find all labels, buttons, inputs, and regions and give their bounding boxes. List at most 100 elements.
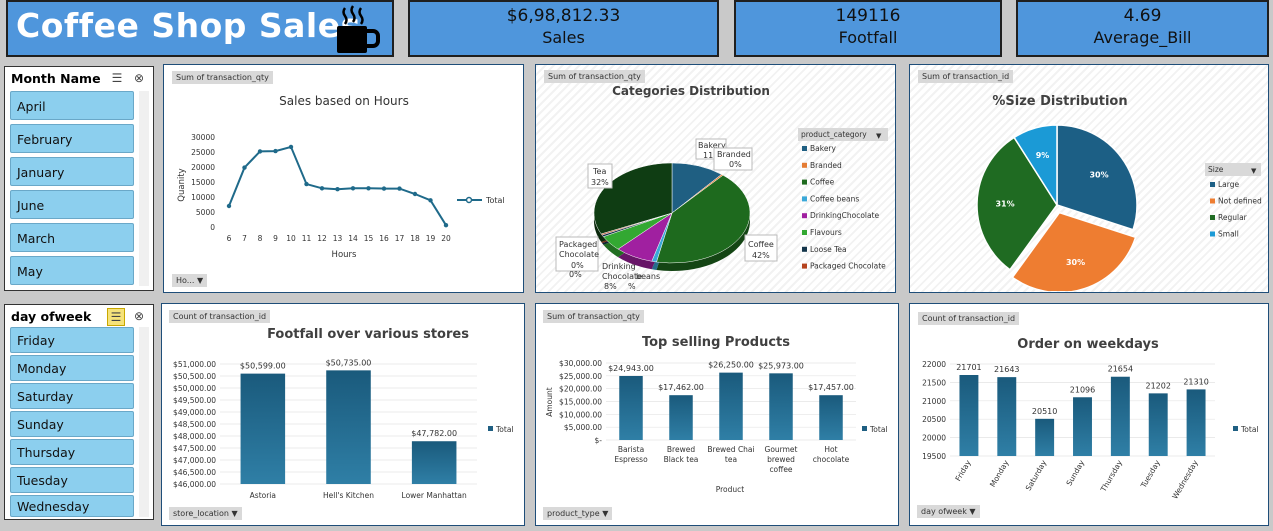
label-packaged-pct: 0%: [571, 261, 584, 270]
x-tick-label: Brewed Chai: [707, 445, 754, 454]
y-tick-label: $-: [595, 436, 603, 445]
y-tick-label: 15000: [191, 178, 215, 187]
hours-filter-dropdown[interactable]: Ho... ▼: [172, 274, 208, 287]
data-point: [304, 181, 309, 187]
legend-swatch: [1210, 231, 1215, 237]
bar: [719, 372, 743, 440]
slicer-item-saturday[interactable]: Saturday: [10, 383, 134, 409]
y-tick-label: $51,000.00: [173, 360, 216, 369]
products-bar-chart: Top selling Products Product Amount Tota…: [545, 335, 888, 494]
month-slicer-scrollbar[interactable]: [139, 91, 149, 286]
slicer-item-february[interactable]: February: [10, 124, 134, 153]
filter-icon: ▼: [602, 509, 609, 518]
x-tick-label: Tuesday: [1138, 458, 1162, 490]
y-tick-label: $49,000.00: [173, 408, 216, 417]
x-tick-label: Hell's Kitchen: [323, 491, 374, 500]
bar-data-label: 21643: [994, 365, 1019, 374]
legend-swatch: [802, 146, 807, 151]
slicer-item-june[interactable]: June: [10, 190, 134, 219]
slicer-item-april[interactable]: April: [10, 91, 134, 120]
slicer-item-march[interactable]: March: [10, 223, 134, 252]
pie-slices: [593, 162, 751, 271]
y-axis-label: Quanity: [177, 168, 187, 201]
y-tick-label: $25,000.00: [559, 372, 602, 381]
weekday-filter-dropdown[interactable]: day ofweek ▼: [917, 505, 980, 518]
clear-filter-icon[interactable]: ⊗: [131, 308, 147, 324]
bar-data-label: $24,943.00: [608, 364, 654, 373]
store-filter-label: store_location: [173, 509, 229, 518]
label-zero: 0%: [569, 270, 582, 279]
chevron-down-icon: ▼: [876, 132, 882, 140]
data-point: [350, 186, 356, 191]
y-tick-label: 19500: [922, 452, 946, 461]
legend-entry: Not defined: [1218, 197, 1262, 206]
coffee-cup-icon: [337, 5, 380, 53]
day-slicer-scrollbar[interactable]: [139, 327, 149, 517]
x-tick-label: chocolate: [813, 455, 850, 464]
bar-data-label: 21701: [956, 363, 981, 372]
chart-title: Sales based on Hours: [279, 94, 409, 108]
pie-data-label: 30%: [1066, 258, 1085, 267]
slicer-item-wednesday[interactable]: Wednesday: [10, 495, 134, 517]
bar: [1035, 418, 1055, 456]
y-tick-label: $50,500.00: [173, 372, 216, 381]
bar: [1073, 397, 1092, 456]
data-point: [366, 186, 371, 191]
slicer-item-sunday[interactable]: Sunday: [10, 411, 134, 437]
categories-pie-chart: Categories Distribution Bakery 11% Brand…: [555, 84, 888, 291]
data-point: [226, 203, 232, 209]
data-point: [288, 144, 294, 150]
y-tick-label: $46,000.00: [173, 480, 216, 489]
multi-select-icon[interactable]: ☰: [109, 70, 125, 86]
product-filter-dropdown[interactable]: product_type ▼: [543, 507, 613, 520]
label-branded: Branded: [717, 150, 751, 159]
bar-data-label: 21096: [1070, 385, 1095, 394]
legend-swatch: [802, 162, 807, 168]
label-tea: Tea: [592, 167, 606, 176]
y-tick-label: $5,000.00: [564, 423, 602, 432]
x-tick-label: Thursday: [1098, 458, 1124, 494]
x-tick-label: 15: [364, 234, 374, 243]
y-tick-label: 21500: [922, 378, 946, 387]
slicer-item-friday[interactable]: Friday: [10, 327, 134, 353]
hours-filter-label: Ho...: [176, 276, 195, 285]
data-point: [412, 191, 418, 197]
x-tick-label: 19: [426, 234, 436, 243]
legend-swatch: [802, 230, 807, 235]
bar-data-label: $25,973.00: [758, 361, 804, 370]
label-tea-pct: 32%: [591, 178, 609, 187]
y-tick-label: $47,500.00: [173, 444, 216, 453]
legend-swatch: [802, 246, 807, 252]
data-point: [335, 187, 340, 192]
bar: [819, 395, 843, 440]
y-tick-label: $10,000.00: [559, 410, 602, 419]
y-tick-label: 0: [210, 223, 215, 232]
legend-swatch: [802, 196, 807, 202]
slicer-item-thursday[interactable]: Thursday: [10, 439, 134, 465]
x-tick-label: Saturday: [1024, 458, 1049, 492]
legend-swatch: [802, 263, 807, 269]
legend-title: product_category: [801, 130, 867, 139]
slicer-item-tuesday[interactable]: Tuesday: [10, 467, 134, 493]
x-tick-label: Monday: [988, 458, 1011, 489]
x-tick-label: Lower Manhattan: [402, 491, 467, 500]
slicer-item-january[interactable]: January: [10, 157, 134, 186]
chevron-down-icon: ▼: [1251, 167, 1257, 175]
clear-filter-icon[interactable]: ⊗: [131, 70, 147, 86]
kpi-sales-value: $6,98,812.33: [506, 6, 621, 26]
size-legend: Large Not defined Regular Small: [1210, 180, 1262, 239]
bar: [1110, 376, 1130, 456]
bar-data-label: 21654: [1108, 365, 1133, 374]
bar-data-label: $47,782.00: [411, 429, 457, 438]
multi-select-icon[interactable]: ☰: [107, 308, 125, 326]
x-tick-label: 20: [441, 234, 451, 243]
legend-swatch: [1210, 198, 1215, 204]
label-packaged-2: Chocolate: [559, 250, 599, 259]
x-tick-label: 16: [379, 234, 389, 243]
legend-entry: DrinkingChocolate: [810, 211, 880, 220]
kpi-sales-label: Sales: [542, 28, 585, 47]
slicer-item-monday[interactable]: Monday: [10, 355, 134, 381]
store-filter-dropdown[interactable]: store_location ▼: [169, 507, 242, 520]
data-point: [397, 186, 402, 191]
slicer-item-may[interactable]: May: [10, 256, 134, 285]
